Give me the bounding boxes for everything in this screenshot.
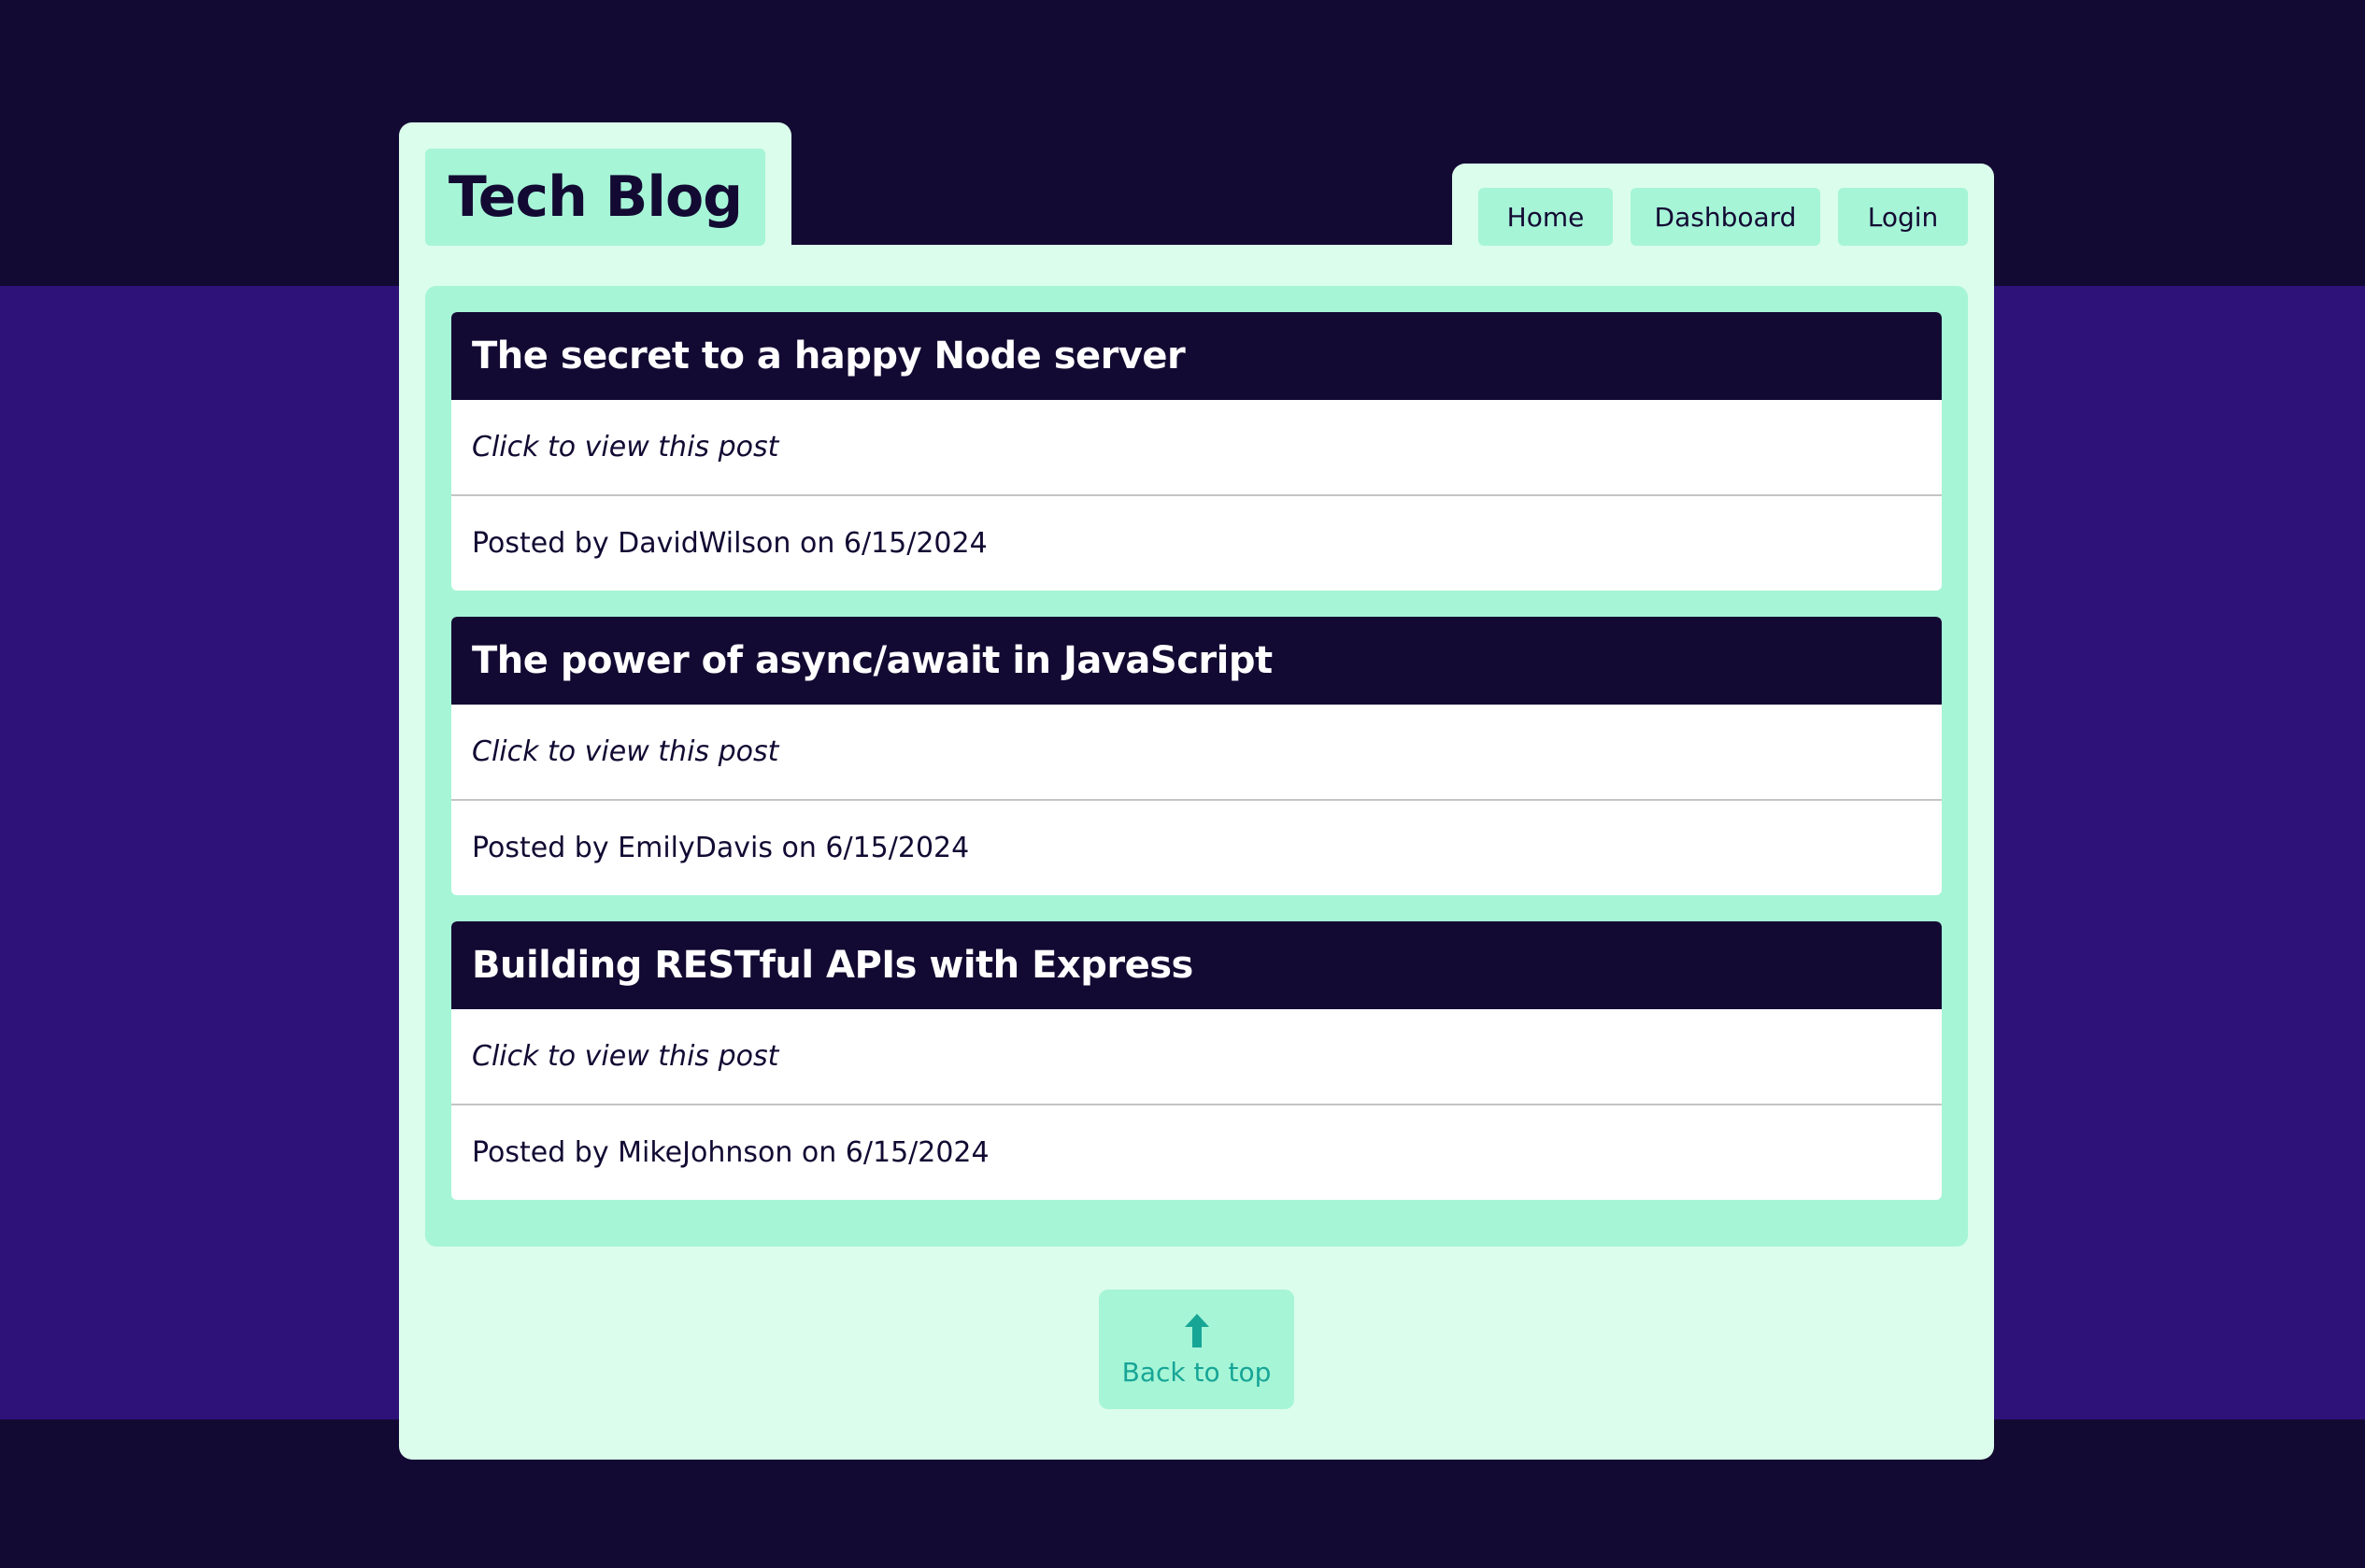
post-header: The secret to a happy Node server <box>451 312 1942 400</box>
post-meta: Posted by EmilyDavis on 6/15/2024 <box>472 832 970 864</box>
site-title: Tech Blog <box>448 164 743 230</box>
back-to-top-label: Back to top <box>1121 1356 1272 1388</box>
post-card[interactable]: The secret to a happy Node server Click … <box>451 312 1942 591</box>
post-title: Building RESTful APIs with Express <box>472 944 1193 987</box>
nav-dashboard-button[interactable]: Dashboard <box>1631 188 1820 246</box>
post-card[interactable]: The power of async/await in JavaScript C… <box>451 617 1942 895</box>
post-card[interactable]: Building RESTful APIs with Express Click… <box>451 921 1942 1200</box>
post-meta: Posted by DavidWilson on 6/15/2024 <box>472 527 988 560</box>
post-hint: Click to view this post <box>472 431 779 463</box>
arrow-up-icon <box>1184 1313 1209 1347</box>
post-meta: Posted by MikeJohnson on 6/15/2024 <box>472 1136 990 1169</box>
site-title-box[interactable]: Tech Blog <box>425 149 765 246</box>
nav-login-button[interactable]: Login <box>1838 188 1968 246</box>
post-title: The secret to a happy Node server <box>472 335 1186 378</box>
back-to-top-button[interactable]: Back to top <box>1099 1290 1294 1409</box>
post-body: Click to view this post <box>451 705 1942 801</box>
posts-container: The secret to a happy Node server Click … <box>425 286 1968 1247</box>
post-header: Building RESTful APIs with Express <box>451 921 1942 1009</box>
post-footer: Posted by DavidWilson on 6/15/2024 <box>451 496 1942 591</box>
post-footer: Posted by MikeJohnson on 6/15/2024 <box>451 1105 1942 1200</box>
post-hint: Click to view this post <box>472 735 779 768</box>
post-body: Click to view this post <box>451 1009 1942 1105</box>
post-footer: Posted by EmilyDavis on 6/15/2024 <box>451 801 1942 895</box>
post-hint: Click to view this post <box>472 1040 779 1073</box>
nav-home-button[interactable]: Home <box>1478 188 1613 246</box>
post-body: Click to view this post <box>451 400 1942 496</box>
post-header: The power of async/await in JavaScript <box>451 617 1942 705</box>
post-title: The power of async/await in JavaScript <box>472 639 1273 682</box>
